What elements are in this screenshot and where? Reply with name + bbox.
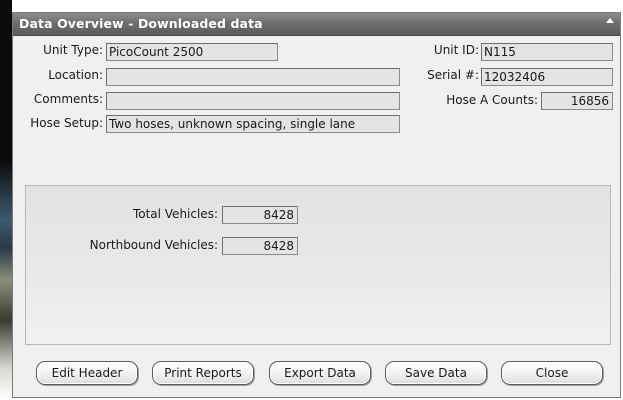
title-bar[interactable]: Data Overview - Downloaded data [13,13,620,36]
total-vehicles-field: 8428 [222,206,298,224]
hose-setup-label: Hose Setup: [30,116,103,130]
desktop-background [0,0,12,400]
comments-field [106,92,400,110]
northbound-vehicles-field: 8428 [222,237,298,255]
hose-a-counts-field: 16856 [541,92,613,110]
hose-a-counts-label: Hose A Counts: [446,93,538,107]
hose-setup-field: Two hoses, unknown spacing, single lane [106,115,400,133]
window-title: Data Overview - Downloaded data [19,16,263,31]
edit-header-button[interactable]: Edit Header [36,361,138,385]
print-reports-button[interactable]: Print Reports [152,361,254,385]
total-vehicles-label: Total Vehicles: [132,207,218,221]
unit-type-field: PicoCount 2500 [106,43,278,61]
unit-id-field: N115 [481,43,613,61]
collapse-arrow-icon[interactable] [606,18,614,23]
export-data-button[interactable]: Export Data [269,361,371,385]
comments-label: Comments: [33,92,103,106]
location-field [106,68,400,86]
unit-id-label: Unit ID: [433,43,479,57]
serial-label: Serial #: [427,68,479,82]
northbound-vehicles-label: Northbound Vehicles: [89,238,218,252]
save-data-button[interactable]: Save Data [385,361,487,385]
location-label: Location: [48,68,103,82]
unit-type-label: Unit Type: [43,43,103,57]
close-button[interactable]: Close [501,361,603,385]
serial-field: 12032406 [481,68,613,86]
data-overview-window: Data Overview - Downloaded data Unit Typ… [12,12,621,398]
summary-panel: Total Vehicles: 8428 Northbound Vehicles… [25,185,611,345]
